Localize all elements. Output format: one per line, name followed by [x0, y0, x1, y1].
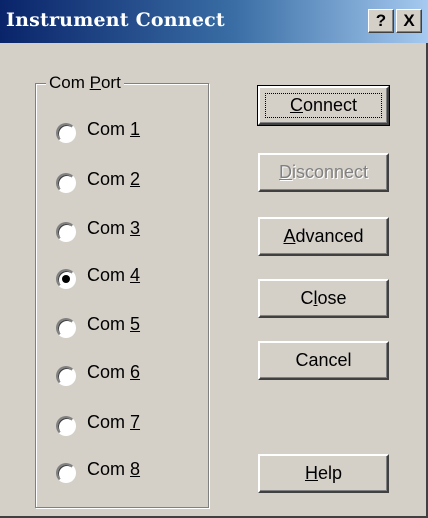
radio-label: Com 2: [87, 169, 141, 189]
connect-button[interactable]: Connect: [257, 85, 390, 126]
radio-label: Com 3: [87, 218, 141, 238]
radio-circle[interactable]: [56, 173, 76, 193]
close-button[interactable]: Close: [258, 279, 389, 318]
radio-com-4[interactable]: Com 4: [56, 265, 206, 293]
radio-selected-dot: [62, 275, 70, 283]
close-title-button[interactable]: X: [396, 9, 422, 33]
radio-circle[interactable]: [56, 366, 76, 386]
instrument-connect-dialog: Instrument Connect ? X Com Port Com 1 Co…: [0, 0, 428, 518]
disconnect-button[interactable]: Disconnect: [258, 153, 389, 192]
radio-label: Com 4: [87, 265, 141, 285]
radio-com-5[interactable]: Com 5: [56, 314, 206, 342]
radio-circle[interactable]: [56, 222, 76, 242]
radio-circle[interactable]: [56, 318, 76, 338]
com-port-group-label: Com Port: [46, 73, 124, 93]
radio-label: Com 6: [87, 362, 141, 382]
radio-label: Com 8: [87, 459, 141, 479]
help-title-button[interactable]: ?: [368, 9, 394, 33]
radio-label: Com 5: [87, 314, 141, 334]
radio-com-7[interactable]: Com 7: [56, 412, 206, 440]
help-button[interactable]: Help: [258, 454, 389, 493]
radio-label: Com 7: [87, 412, 141, 432]
radio-circle[interactable]: [56, 463, 76, 483]
focus-rectangle: [265, 93, 382, 118]
radio-circle[interactable]: [56, 123, 76, 143]
radio-com-1[interactable]: Com 1: [56, 119, 206, 147]
title-bar[interactable]: Instrument Connect ? X: [0, 0, 428, 43]
radio-circle[interactable]: [56, 416, 76, 436]
window-title: Instrument Connect: [6, 9, 225, 31]
radio-circle[interactable]: [56, 269, 76, 289]
radio-com-6[interactable]: Com 6: [56, 362, 206, 390]
radio-label: Com 1: [87, 119, 141, 139]
advanced-button[interactable]: Advanced: [258, 217, 389, 256]
cancel-button[interactable]: Cancel: [258, 341, 389, 380]
radio-com-3[interactable]: Com 3: [56, 218, 206, 246]
radio-com-2[interactable]: Com 2: [56, 169, 206, 197]
radio-com-8[interactable]: Com 8: [56, 459, 206, 487]
